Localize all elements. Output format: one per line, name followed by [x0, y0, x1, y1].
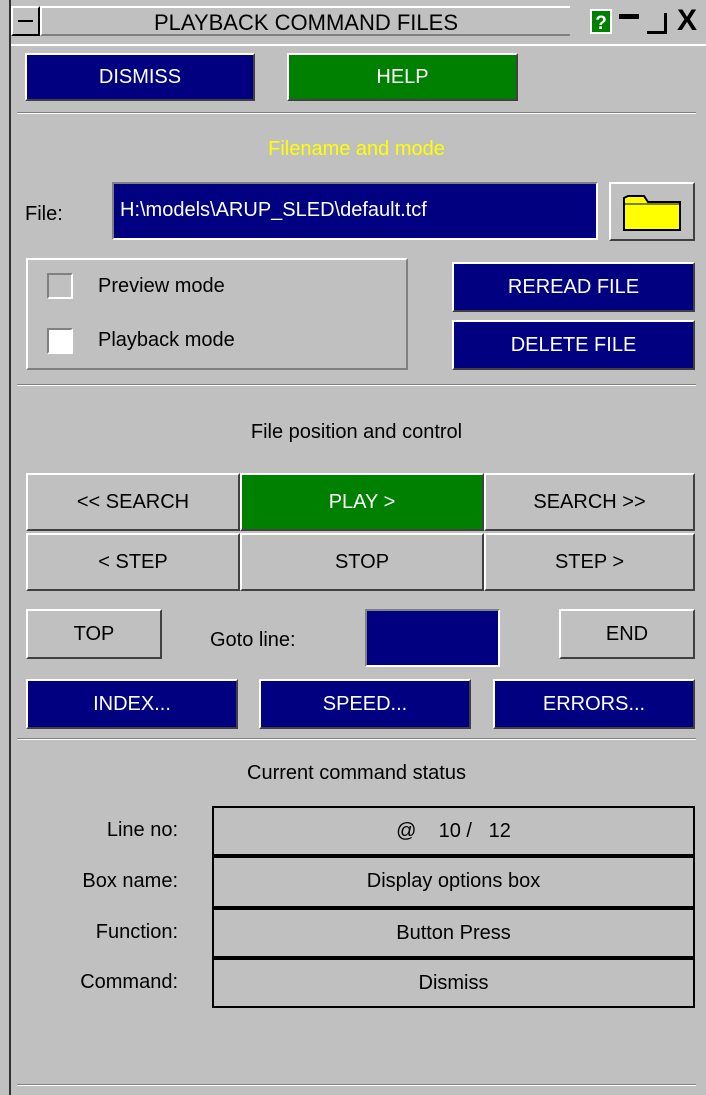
playback-mode-checkbox[interactable]	[47, 328, 73, 354]
delete-file-button[interactable]: DELETE FILE	[452, 320, 695, 370]
end-button[interactable]: END	[559, 609, 695, 659]
preview-mode-checkbox[interactable]	[47, 273, 73, 299]
section-divider	[17, 1084, 696, 1086]
goto-line-input[interactable]	[365, 609, 500, 667]
system-menu-icon[interactable]	[11, 6, 40, 36]
status-section-heading: Current command status	[247, 762, 466, 784]
reread-file-button[interactable]: REREAD FILE	[452, 262, 695, 312]
box-name-label: Box name:	[82, 870, 178, 892]
playback-mode-label: Playback mode	[98, 329, 235, 351]
search-back-button[interactable]: << SEARCH	[26, 473, 240, 531]
dismiss-button[interactable]: DISMISS	[25, 53, 255, 101]
section-divider	[17, 738, 696, 740]
folder-icon	[623, 195, 681, 231]
speed-button[interactable]: SPEED...	[259, 679, 471, 729]
preview-mode-label: Preview mode	[98, 275, 225, 297]
box-name-value: Display options box	[212, 856, 695, 908]
minimize-icon[interactable]	[617, 11, 641, 35]
errors-button[interactable]: ERRORS...	[493, 679, 695, 729]
line-no-label: Line no:	[106, 819, 178, 841]
file-label: File:	[25, 203, 63, 225]
help-button[interactable]: HELP	[287, 53, 518, 101]
section-divider	[17, 112, 696, 114]
window-title: PLAYBACK COMMAND FILES	[40, 6, 570, 36]
step-forward-button[interactable]: STEP >	[484, 533, 695, 591]
step-back-button[interactable]: < STEP	[26, 533, 240, 591]
close-icon[interactable]: X	[671, 6, 703, 36]
title-divider	[11, 44, 706, 46]
file-path-field[interactable]: H:\models\ARUP_SLED\default.tcf	[112, 182, 598, 240]
search-forward-button[interactable]: SEARCH >>	[484, 473, 695, 531]
top-button[interactable]: TOP	[26, 609, 162, 659]
maximize-icon[interactable]	[645, 11, 669, 35]
index-button[interactable]: INDEX...	[26, 679, 238, 729]
line-no-value: @ 10 / 12	[212, 806, 695, 856]
filename-section-heading: Filename and mode	[268, 138, 445, 160]
play-button[interactable]: PLAY >	[240, 473, 484, 531]
command-label: Command:	[80, 971, 178, 993]
function-value: Button Press	[212, 908, 695, 958]
stop-button[interactable]: STOP	[240, 533, 484, 591]
help-icon[interactable]: ?	[590, 9, 612, 34]
goto-line-label: Goto line:	[210, 629, 296, 651]
section-divider	[17, 384, 696, 386]
function-label: Function:	[95, 921, 178, 943]
folder-browse-button[interactable]	[609, 182, 695, 241]
command-value: Dismiss	[212, 958, 695, 1008]
control-section-heading: File position and control	[250, 421, 463, 443]
